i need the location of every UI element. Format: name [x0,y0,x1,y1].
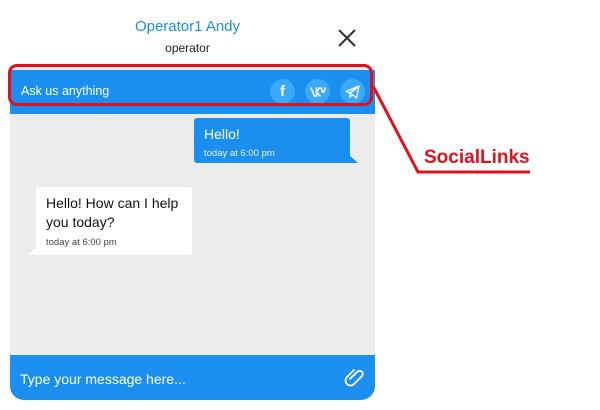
outgoing-message: Hello! today at 6:00 pm [194,118,358,163]
message-composer [10,355,375,400]
chat-header: Operator1 Andy operator [10,10,375,66]
incoming-message: Hello! How can I help you today? today a… [28,187,192,255]
callout-label: SocialLinks [424,147,530,168]
social-links-highlight [8,64,373,106]
message-text: Hello! How can I help you today? [46,195,179,230]
paperclip-icon[interactable] [343,366,367,390]
message-input[interactable] [18,365,332,393]
message-time: today at 6:00 pm [204,148,275,159]
message-text: Hello! [204,126,240,142]
operator-name: Operator1 Andy [134,18,241,35]
message-time: today at 6:00 pm [46,237,117,248]
operator-role: operator [165,41,210,55]
close-icon[interactable] [336,27,358,49]
